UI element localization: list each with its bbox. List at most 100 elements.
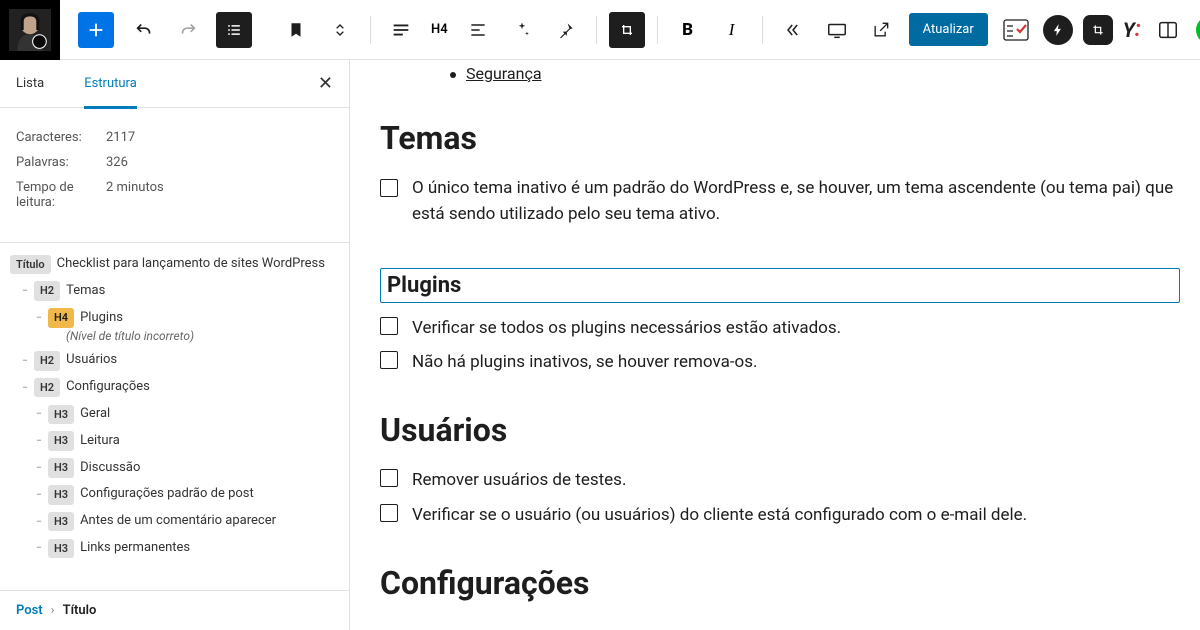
breadcrumb-root[interactable]: Post — [16, 603, 43, 618]
italic-button[interactable]: I — [714, 12, 750, 48]
checklist-row: O único tema inativo é um padrão do Word… — [380, 175, 1180, 228]
h3-tag-pill: H3 — [48, 405, 74, 425]
panel-tabs: Lista Estrutura ✕ — [0, 60, 349, 108]
outline-item-config-post[interactable]: - H3 Configurações padrão de post — [0, 481, 349, 508]
checklist-row: Remover usuários de testes. — [380, 467, 1180, 493]
close-icon[interactable]: ✕ — [318, 73, 333, 94]
outline-label: Configurações — [66, 377, 150, 398]
h3-tag-pill: H3 — [48, 512, 74, 532]
check-text[interactable]: Não há plugins inativos, se houver remov… — [412, 349, 758, 375]
yoast-icon[interactable]: Y: — [1123, 18, 1141, 42]
document-outline-button[interactable] — [216, 12, 252, 48]
align-button[interactable] — [460, 12, 496, 48]
document-stats: Caracteres: 2117 Palavras: 326 Tempo de … — [0, 108, 349, 243]
check-text[interactable]: Verificar se o usuário (ou usuários) do … — [412, 502, 1027, 528]
title-tag-pill: Título — [10, 255, 51, 275]
checkbox[interactable] — [380, 469, 398, 487]
outline-label: Antes de um comentário aparecer — [80, 511, 276, 532]
link-seguranca[interactable]: Segurança — [466, 64, 542, 83]
outline-tree: Título Checklist para lançamento de site… — [0, 243, 349, 590]
checkbox[interactable] — [380, 317, 398, 335]
outline-label: Leitura — [80, 431, 120, 452]
stat-readtime-label: Tempo de leitura: — [16, 180, 106, 210]
checklist-plugin-icon[interactable] — [998, 12, 1034, 48]
undo-button[interactable] — [126, 12, 162, 48]
outline-label: Configurações padrão de post — [80, 484, 254, 505]
lightning-circle-icon[interactable] — [1043, 15, 1073, 45]
h4-tag-pill: H4 — [48, 308, 74, 328]
heading-block-icon[interactable] — [383, 12, 419, 48]
toolbar-left: H4 B I — [0, 0, 903, 59]
block-breadcrumb: Post › Título — [0, 590, 349, 630]
outline-item-config[interactable]: - H2 Configurações — [0, 374, 349, 401]
ai-sparkle-icon[interactable] — [504, 12, 540, 48]
redo-button[interactable] — [170, 12, 206, 48]
crop-icon[interactable] — [609, 12, 645, 48]
heading-level-selector[interactable]: H4 — [423, 22, 456, 37]
outline-item-temas[interactable]: - H2 Temas — [0, 278, 349, 305]
checklist-row: Verificar se o usuário (ou usuários) do … — [380, 502, 1180, 528]
stat-words-label: Palavras: — [16, 155, 106, 170]
checkbox[interactable] — [380, 504, 398, 522]
outline-label: Usuários — [66, 350, 117, 371]
outline-title[interactable]: Título Checklist para lançamento de site… — [0, 251, 349, 278]
update-button[interactable]: Atualizar — [909, 13, 988, 46]
outline-item-discussao[interactable]: - H3 Discussão — [0, 455, 349, 482]
heading-configuracoes[interactable]: Configurações — [380, 564, 1180, 602]
h3-tag-pill: H3 — [48, 539, 74, 559]
outline-label: Geral — [80, 404, 110, 425]
crop-circle-icon[interactable] — [1083, 15, 1113, 45]
outline-item-leitura[interactable]: - H3 Leitura — [0, 428, 349, 455]
check-text[interactable]: Verificar se todos os plugins necessário… — [412, 315, 841, 341]
outline-item-plugins[interactable]: - H4 Plugins — [0, 305, 349, 332]
check-text[interactable]: O único tema inativo é um padrão do Word… — [412, 175, 1180, 228]
stat-chars-label: Caracteres: — [16, 130, 106, 145]
outline-warning-note: (Nível de título incorreto) — [0, 329, 349, 343]
outline-title-text: Checklist para lançamento de sites WordP… — [57, 254, 325, 275]
check-text[interactable]: Remover usuários de testes. — [412, 467, 626, 493]
editor-canvas[interactable]: Segurança Temas O único tema inativo é u… — [350, 60, 1200, 630]
h3-tag-pill: H3 — [48, 458, 74, 478]
bookmark-icon[interactable] — [278, 12, 314, 48]
heading-plugins[interactable]: Plugins — [387, 273, 1173, 298]
h2-tag-pill: H2 — [34, 351, 60, 371]
tab-list[interactable]: Lista — [16, 60, 44, 108]
tab-structure[interactable]: Estrutura — [84, 60, 137, 108]
checkbox[interactable] — [380, 179, 398, 197]
heading-temas[interactable]: Temas — [380, 119, 1180, 157]
outline-label: Links permanentes — [80, 538, 190, 559]
outline-label: Temas — [66, 281, 105, 302]
outline-item-geral[interactable]: - H3 Geral — [0, 401, 349, 428]
sidebar-toggle-icon[interactable] — [1150, 12, 1186, 48]
heading-usuarios[interactable]: Usuários — [380, 411, 1180, 449]
toolbar-right: Atualizar Y: — [903, 12, 1200, 48]
stat-chars-value: 2117 — [106, 130, 135, 145]
pin-icon[interactable] — [548, 12, 584, 48]
external-link-icon[interactable] — [863, 12, 899, 48]
h3-tag-pill: H3 — [48, 431, 74, 451]
device-preview-icon[interactable] — [819, 12, 855, 48]
document-outline-panel: Lista Estrutura ✕ Caracteres: 2117 Palav… — [0, 60, 350, 630]
site-avatar[interactable] — [0, 0, 60, 60]
jetpack-icon[interactable] — [1196, 16, 1200, 44]
h2-tag-pill: H2 — [34, 378, 60, 398]
checkbox[interactable] — [380, 351, 398, 369]
outline-item-links[interactable]: - H3 Links permanentes — [0, 535, 349, 562]
selected-heading-block[interactable]: Plugins — [380, 268, 1180, 303]
bold-button[interactable]: B — [670, 12, 706, 48]
checklist-row: Não há plugins inativos, se houver remov… — [380, 349, 1180, 375]
stat-readtime-value: 2 minutos — [106, 180, 164, 210]
h2-tag-pill: H2 — [34, 281, 60, 301]
outline-item-usuarios[interactable]: - H2 Usuários — [0, 347, 349, 374]
top-toolbar: H4 B I Atualizar — [0, 0, 1200, 60]
collapse-icon[interactable] — [775, 12, 811, 48]
outline-item-comentario[interactable]: - H3 Antes de um comentário aparecer — [0, 508, 349, 535]
outline-label: Plugins — [80, 308, 123, 329]
stat-words-value: 326 — [106, 155, 128, 170]
move-handle-icon[interactable] — [322, 12, 358, 48]
outline-label: Discussão — [80, 458, 140, 479]
add-block-button[interactable] — [78, 12, 114, 48]
checklist-row: Verificar se todos os plugins necessário… — [380, 315, 1180, 341]
breadcrumb-current: Título — [63, 603, 97, 618]
chevron-right-icon: › — [51, 603, 55, 618]
